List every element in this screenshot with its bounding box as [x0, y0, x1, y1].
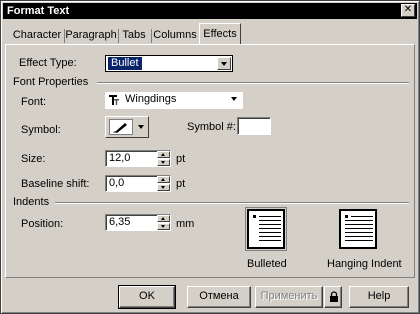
text-line [259, 232, 281, 233]
bulleted-preview[interactable] [245, 207, 287, 251]
position-unit: mm [176, 218, 195, 230]
text-line [259, 216, 281, 217]
text-line [345, 232, 373, 233]
font-properties-heading: Font Properties [13, 76, 89, 88]
tab-character[interactable]: Character [11, 27, 63, 45]
effect-type-select[interactable]: Bullet [105, 55, 233, 72]
symbol-preview [109, 119, 133, 135]
text-line [351, 216, 373, 217]
font-value: Wingdings [125, 93, 177, 105]
chevron-down-icon[interactable] [217, 57, 231, 70]
symbol-number-field[interactable] [237, 117, 271, 135]
window-title: Format Text [7, 5, 70, 17]
tab-effects[interactable]: Effects [199, 23, 241, 45]
title-bar[interactable]: Format Text ✕ [3, 3, 417, 19]
increment-icon[interactable] [157, 151, 170, 158]
apply-lock-button[interactable] [324, 286, 342, 308]
position-label: Position: [21, 218, 64, 230]
baseline-shift-stepper[interactable]: 0,0 [105, 175, 171, 192]
divider [55, 202, 409, 204]
size-unit: pt [176, 153, 186, 165]
size-stepper[interactable]: 12,0 [105, 150, 171, 167]
indents-heading: Indents [13, 196, 50, 208]
lock-icon [330, 291, 338, 302]
position-stepper[interactable]: 6,35 [105, 214, 171, 231]
baseline-shift-label: Baseline shift: [21, 178, 90, 190]
text-line [345, 220, 373, 221]
format-text-dialog: Format Text ✕ Character Paragraph Tabs C… [0, 0, 420, 314]
tab-separator [151, 29, 152, 43]
tab-columns[interactable]: Columns [153, 27, 197, 45]
position-spinner[interactable] [157, 215, 170, 230]
position-value: 6,35 [109, 216, 131, 228]
text-line [259, 220, 281, 221]
help-button[interactable]: Help [349, 286, 409, 308]
close-icon: ✕ [403, 4, 413, 15]
baseline-shift-value: 0,0 [109, 177, 125, 189]
ok-button[interactable]: OK [118, 285, 176, 309]
baseline-shift-unit: pt [176, 178, 186, 190]
increment-icon[interactable] [157, 215, 170, 222]
close-button[interactable]: ✕ [401, 4, 415, 17]
bulleted-label[interactable]: Bulleted [247, 258, 287, 271]
size-label: Size: [21, 153, 46, 165]
chevron-down-icon [138, 125, 144, 129]
chevron-down-icon[interactable] [228, 93, 242, 106]
font-select[interactable]: Wingdings [105, 92, 243, 109]
font-label: Font: [21, 96, 47, 108]
decrement-icon[interactable] [157, 223, 170, 230]
text-line [259, 228, 281, 229]
hanging-indent-label[interactable]: Hanging Indent [327, 258, 402, 271]
symbol-number-label: Symbol #: [187, 121, 236, 133]
effect-type-value: Bullet [108, 57, 142, 70]
text-line [259, 240, 281, 241]
bullet-mark [345, 215, 348, 218]
bullet-mark [253, 215, 256, 218]
increment-icon[interactable] [157, 176, 170, 183]
pen-nib-icon [113, 123, 127, 133]
tab-tabs[interactable]: Tabs [119, 27, 149, 45]
text-line [345, 236, 373, 237]
hanging-indent-preview[interactable] [339, 209, 377, 249]
text-line [345, 224, 373, 225]
tab-paragraph[interactable]: Paragraph [65, 27, 117, 45]
symbol-label: Symbol: [21, 124, 61, 136]
apply-button[interactable]: Применить [255, 286, 323, 308]
truetype-icon [109, 95, 119, 105]
effect-type-label: Effect Type: [19, 57, 77, 69]
divider [97, 82, 409, 84]
text-line [259, 236, 281, 237]
symbol-picker-button[interactable] [105, 116, 149, 138]
text-line [259, 224, 281, 225]
baseline-spinner[interactable] [157, 176, 170, 191]
decrement-icon[interactable] [157, 159, 170, 166]
size-value: 12,0 [109, 152, 131, 164]
text-line [345, 228, 373, 229]
cancel-button[interactable]: Отмена [187, 286, 251, 308]
text-line [345, 240, 373, 241]
decrement-icon[interactable] [157, 184, 170, 191]
size-spinner[interactable] [157, 151, 170, 166]
